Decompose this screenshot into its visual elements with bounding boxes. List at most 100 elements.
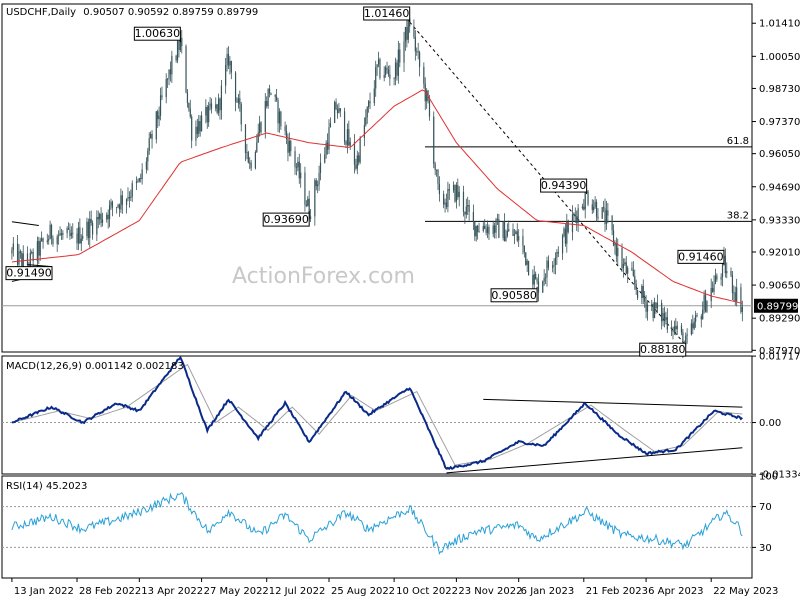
candle <box>161 86 163 101</box>
candle <box>250 159 252 171</box>
candle-body <box>215 104 217 109</box>
candle-body <box>268 88 271 94</box>
candle <box>692 314 694 335</box>
candle-body <box>700 316 702 320</box>
candle <box>522 228 524 255</box>
candle <box>188 102 190 112</box>
candle <box>506 223 508 238</box>
candle <box>417 42 419 60</box>
candle <box>230 60 232 80</box>
candle-body <box>26 253 29 266</box>
candle-body <box>561 235 564 254</box>
candle <box>240 101 242 132</box>
candle <box>465 198 467 219</box>
candle <box>655 302 657 314</box>
candle-body <box>433 116 435 164</box>
candle-body <box>366 107 368 118</box>
candle-body <box>148 138 150 151</box>
candle <box>304 166 306 212</box>
candle-body <box>358 155 360 163</box>
candle-body <box>621 247 623 269</box>
candle-body <box>147 150 149 162</box>
candle <box>147 147 149 171</box>
candle <box>444 198 446 213</box>
candle-body <box>379 59 381 78</box>
candle <box>19 249 22 259</box>
candle <box>652 302 654 322</box>
candle-body <box>407 18 409 40</box>
rsi-line <box>11 491 743 555</box>
candle-body <box>383 75 385 78</box>
candle <box>79 218 81 245</box>
candle-body <box>297 161 299 168</box>
candle-body <box>89 218 91 238</box>
candle <box>210 98 213 114</box>
candle <box>447 181 449 213</box>
candle <box>48 235 50 245</box>
candle-body <box>52 238 54 245</box>
candle <box>324 147 326 164</box>
candle <box>587 189 589 207</box>
candle-body <box>627 267 629 274</box>
candle <box>236 97 238 104</box>
candle-body <box>607 210 609 216</box>
candle-body <box>522 236 524 246</box>
candle-body <box>46 240 48 243</box>
candle-body <box>443 193 445 205</box>
candle <box>97 210 99 229</box>
candle-body <box>216 104 218 113</box>
candle-body <box>80 238 82 244</box>
x-tick-label: 13 Apr 2022 <box>141 586 203 597</box>
candle-body <box>246 152 248 154</box>
candle <box>111 200 114 217</box>
candle-body <box>584 191 586 210</box>
candle-body <box>56 236 58 245</box>
candle <box>724 248 726 278</box>
candle <box>131 180 133 202</box>
candle <box>571 205 574 241</box>
candle <box>695 310 697 328</box>
candle-body <box>503 221 506 242</box>
x-tick-label: 27 May 2022 <box>204 586 269 597</box>
candle-body <box>646 304 649 312</box>
candle <box>642 279 644 305</box>
candle-body <box>278 111 281 124</box>
annotation-label: 0.93690 <box>263 213 309 226</box>
candle-body <box>445 202 448 207</box>
candle-body <box>546 260 548 278</box>
candle <box>730 267 732 278</box>
candle <box>404 26 407 51</box>
candle <box>267 88 269 109</box>
candle-body <box>229 61 231 66</box>
candle-body <box>488 226 490 235</box>
candle <box>631 261 633 272</box>
candle-body <box>200 115 203 132</box>
candle <box>148 132 150 155</box>
candle <box>50 223 53 245</box>
candle-body <box>515 231 517 234</box>
candle <box>239 90 241 112</box>
price-level-annotation: 0.90580 <box>490 286 538 303</box>
candle-body <box>236 101 238 103</box>
candle <box>512 223 514 237</box>
candle-body <box>573 214 575 216</box>
price-y-tick-label: 0.93330 <box>759 215 800 226</box>
candle-body <box>157 111 159 120</box>
candle-body <box>710 287 712 301</box>
candle <box>413 19 415 39</box>
candle <box>107 209 109 229</box>
candle <box>503 213 506 242</box>
candle <box>557 246 559 258</box>
candle-body <box>107 214 109 220</box>
candle-body <box>244 124 247 153</box>
candle <box>60 228 63 240</box>
candle-body <box>257 132 259 143</box>
candle-body <box>389 74 391 79</box>
candle-body <box>348 129 350 146</box>
candle <box>209 97 211 111</box>
candle <box>325 140 327 159</box>
candle <box>11 247 13 260</box>
candle <box>274 94 276 102</box>
candle <box>175 54 177 63</box>
candle-body <box>464 211 466 215</box>
